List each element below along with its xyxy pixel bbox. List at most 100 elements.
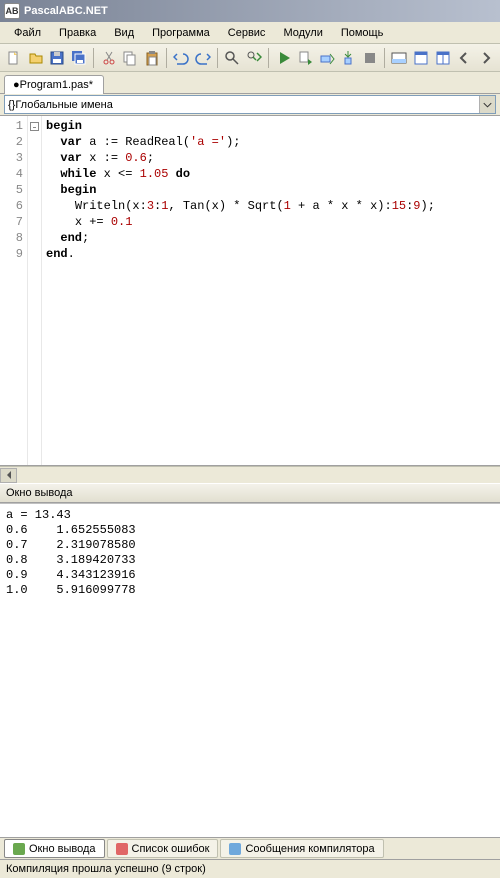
menu-правка[interactable]: Правка — [51, 24, 104, 42]
prev-button[interactable] — [454, 47, 475, 69]
save-all-icon — [71, 50, 87, 66]
step-into-icon — [340, 50, 356, 66]
scope-combo[interactable]: {}Глобальные имена — [4, 95, 496, 114]
fold-marker-icon[interactable] — [30, 122, 39, 131]
next-icon — [478, 50, 494, 66]
chevron-down-icon — [480, 97, 495, 113]
menu-помощь[interactable]: Помощь — [333, 24, 392, 42]
code-line: x += 0.1 — [46, 214, 492, 230]
line-number: 4 — [0, 166, 23, 182]
open-file-button[interactable] — [26, 47, 47, 69]
editor-horizontal-scrollbar[interactable] — [0, 466, 500, 483]
code-line: begin — [46, 182, 492, 198]
toggle-output-icon — [391, 50, 407, 66]
window-title: PascalABC.NET — [24, 5, 108, 17]
toolbar-separator — [166, 48, 167, 68]
editor-tab-label: ●Program1.pas* — [13, 79, 93, 91]
redo-button[interactable] — [193, 47, 214, 69]
status-text: Компиляция прошла успешно (9 строк) — [6, 863, 206, 875]
step-over-button[interactable] — [316, 47, 337, 69]
debug-button[interactable] — [295, 47, 316, 69]
scroll-left-button[interactable] — [0, 468, 17, 483]
code-line: end. — [46, 246, 492, 262]
menubar: ФайлПравкаВидПрограммаСервисМодулиПомощь — [0, 22, 500, 44]
next-button[interactable] — [475, 47, 496, 69]
line-number: 5 — [0, 182, 23, 198]
undo-icon — [173, 50, 189, 66]
menu-файл[interactable]: Файл — [6, 24, 49, 42]
copy-button[interactable] — [120, 47, 141, 69]
find-next-button[interactable] — [244, 47, 265, 69]
window-1-icon — [413, 50, 429, 66]
menu-вид[interactable]: Вид — [106, 24, 142, 42]
toolbar-separator — [268, 48, 269, 68]
bottom-tab-список-ошибок[interactable]: Список ошибок — [107, 839, 219, 858]
step-over-icon — [319, 50, 335, 66]
triangle-left-icon — [5, 471, 13, 479]
scope-combo-dropdown-button[interactable] — [479, 96, 495, 113]
line-number: 7 — [0, 214, 23, 230]
undo-button[interactable] — [171, 47, 192, 69]
output-panel-body[interactable]: a = 13.43 0.6 1.652555083 0.7 2.31907858… — [0, 503, 500, 837]
bottom-tab-окно-вывода[interactable]: Окно вывода — [4, 839, 105, 858]
find-icon — [224, 50, 240, 66]
save-icon — [49, 50, 65, 66]
titlebar: AB PascalABC.NET — [0, 0, 500, 22]
code-line: while x <= 1.05 do — [46, 166, 492, 182]
menu-программа[interactable]: Программа — [144, 24, 218, 42]
code-text-area[interactable]: begin var a := ReadReal('a ='); var x :=… — [42, 116, 500, 465]
paste-button[interactable] — [141, 47, 162, 69]
bottom-tab-label: Сообщения компилятора — [245, 843, 374, 855]
stop-icon — [362, 50, 378, 66]
cut-icon — [101, 50, 117, 66]
line-number: 6 — [0, 198, 23, 214]
open-file-icon — [28, 50, 44, 66]
code-line: Writeln(x:3:1, Tan(x) * Sqrt(1 + a * x *… — [46, 198, 492, 214]
step-into-button[interactable] — [338, 47, 359, 69]
line-number: 1 — [0, 118, 23, 134]
run-button[interactable] — [273, 47, 294, 69]
find-next-icon — [246, 50, 262, 66]
toggle-output-button[interactable] — [389, 47, 410, 69]
fold-column — [28, 116, 42, 465]
bottom-tab-label: Список ошибок — [132, 843, 210, 855]
line-number-gutter: 123456789 — [0, 116, 28, 465]
code-line: var x := 0.6; — [46, 150, 492, 166]
toolbar-separator — [93, 48, 94, 68]
redo-icon — [195, 50, 211, 66]
window-2-button[interactable] — [432, 47, 453, 69]
prev-icon — [456, 50, 472, 66]
debug-icon — [297, 50, 313, 66]
output-tab-icon — [13, 843, 25, 855]
scope-row: {}Глобальные имена — [0, 94, 500, 116]
main-toolbar — [0, 44, 500, 72]
app-icon: AB — [4, 3, 20, 19]
status-bar: Компиляция прошла успешно (9 строк) — [0, 859, 500, 878]
new-file-button[interactable] — [4, 47, 25, 69]
line-number: 3 — [0, 150, 23, 166]
toolbar-separator — [217, 48, 218, 68]
run-icon — [276, 50, 292, 66]
save-all-button[interactable] — [69, 47, 90, 69]
menu-сервис[interactable]: Сервис — [220, 24, 274, 42]
window-1-button[interactable] — [411, 47, 432, 69]
code-line: begin — [46, 118, 492, 134]
bottom-tab-сообщения-компилятора[interactable]: Сообщения компилятора — [220, 839, 383, 858]
scope-combo-label: {}Глобальные имена — [8, 99, 113, 111]
save-button[interactable] — [47, 47, 68, 69]
paste-icon — [144, 50, 160, 66]
find-button[interactable] — [222, 47, 243, 69]
output-panel-title: Окно вывода — [6, 487, 73, 499]
bottom-tab-label: Окно вывода — [29, 843, 96, 855]
code-editor[interactable]: 123456789 begin var a := ReadReal('a =')… — [0, 116, 500, 466]
output-panel-header: Окно вывода — [0, 483, 500, 503]
window-2-icon — [435, 50, 451, 66]
line-number: 9 — [0, 246, 23, 262]
menu-модули[interactable]: Модули — [275, 24, 330, 42]
line-number: 8 — [0, 230, 23, 246]
stop-button[interactable] — [360, 47, 381, 69]
bottom-tab-strip: Окно вывода Список ошибок Сообщения компил… — [0, 837, 500, 859]
editor-tab-program1[interactable]: ●Program1.pas* — [4, 75, 104, 94]
code-line: var a := ReadReal('a ='); — [46, 134, 492, 150]
cut-button[interactable] — [98, 47, 119, 69]
